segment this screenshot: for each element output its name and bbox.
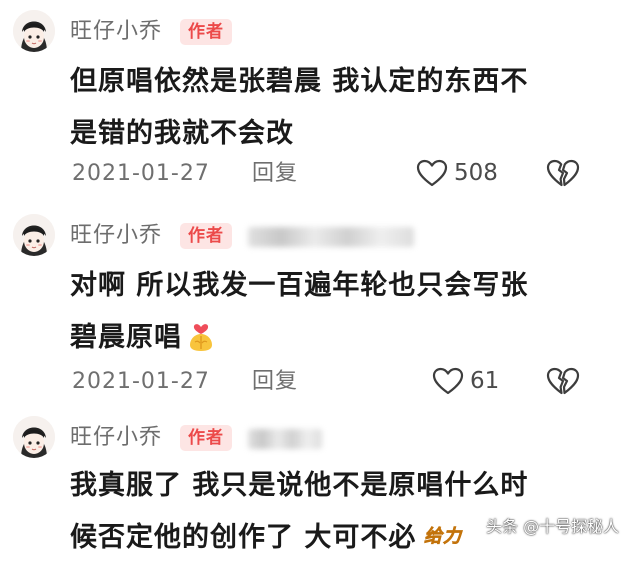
blurred-reply-target bbox=[248, 227, 414, 247]
sticker-text: 给力 bbox=[424, 526, 463, 547]
comment-line: 对啊 所以我发一百遍年轮也只会写张 bbox=[70, 270, 529, 301]
comment-line: 碧晨原唱 bbox=[70, 312, 528, 364]
like-button[interactable]: 508 bbox=[416, 156, 512, 190]
avatar[interactable] bbox=[13, 416, 55, 458]
cartoon-girl-avatar-icon bbox=[13, 10, 55, 52]
dislike-button[interactable] bbox=[546, 366, 580, 398]
heart-outline-icon bbox=[416, 159, 448, 187]
author-badge: 作者 bbox=[180, 425, 232, 451]
comment-line: 候否定他的创作了 大可不必 给力 bbox=[70, 512, 528, 564]
reply-button[interactable]: 回复 bbox=[252, 160, 298, 188]
comment-date: 2021-01-27 bbox=[72, 161, 210, 186]
username[interactable]: 旺仔小乔 bbox=[70, 222, 162, 250]
comment-text: 对啊 所以我发一百遍年轮也只会写张 碧晨原唱 bbox=[70, 260, 528, 364]
watermark: 头条 @十号探秘人 bbox=[486, 517, 620, 536]
comment-line: 是错的我就不会改 bbox=[70, 118, 294, 149]
comment-line: 我真服了 我只是说他不是原唱什么时 bbox=[70, 470, 529, 501]
comment-2: 旺仔小乔 作者 对啊 所以我发一百遍年轮也只会写张 碧晨原唱 2021-01-2… bbox=[0, 200, 640, 400]
dislike-button[interactable] bbox=[546, 158, 580, 190]
username[interactable]: 旺仔小乔 bbox=[70, 18, 162, 46]
geili-sticker-icon: 给力 bbox=[424, 526, 463, 548]
comment-line-text: 候否定他的创作了 大可不必 bbox=[70, 522, 417, 553]
comment-date: 2021-01-27 bbox=[72, 369, 210, 394]
reply-button[interactable]: 回复 bbox=[252, 368, 298, 396]
author-badge: 作者 bbox=[180, 223, 232, 249]
heart-outline-icon bbox=[432, 367, 464, 395]
pray-hands-heart-emoji bbox=[190, 324, 212, 351]
cartoon-girl-avatar-icon bbox=[13, 214, 55, 256]
broken-heart-icon bbox=[546, 159, 580, 187]
cartoon-girl-avatar-icon bbox=[13, 416, 55, 458]
broken-heart-icon bbox=[546, 367, 580, 395]
comment-text: 我真服了 我只是说他不是原唱什么时 候否定他的创作了 大可不必 给力 bbox=[70, 460, 528, 564]
comment-text: 但原唱依然是张碧晨 我认定的东西不 是错的我就不会改 bbox=[70, 56, 528, 160]
like-count: 508 bbox=[454, 160, 498, 186]
comment-line-text: 碧晨原唱 bbox=[70, 322, 182, 353]
username[interactable]: 旺仔小乔 bbox=[70, 424, 162, 452]
author-badge: 作者 bbox=[180, 19, 232, 45]
like-button[interactable]: 61 bbox=[432, 364, 512, 398]
blurred-reply-target bbox=[248, 429, 322, 449]
comment-1: 旺仔小乔 作者 但原唱依然是张碧晨 我认定的东西不 是错的我就不会改 2021-… bbox=[0, 0, 640, 200]
like-count: 61 bbox=[470, 368, 500, 394]
avatar[interactable] bbox=[13, 214, 55, 256]
comment-line: 但原唱依然是张碧晨 我认定的东西不 bbox=[70, 66, 529, 97]
avatar[interactable] bbox=[13, 10, 55, 52]
